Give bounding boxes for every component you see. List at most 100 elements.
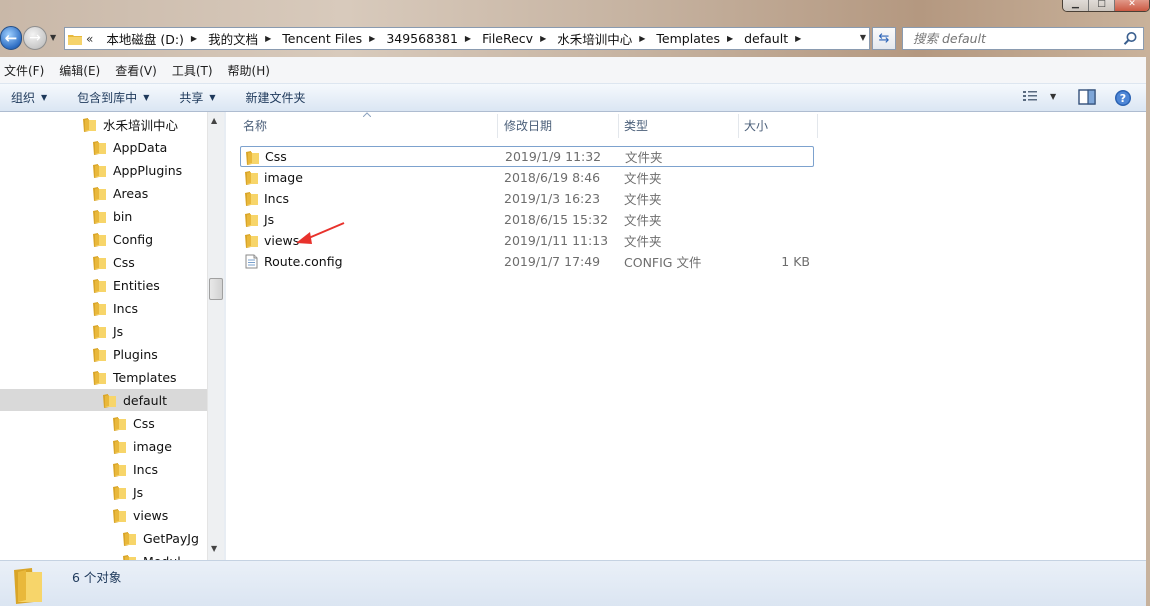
tree-item[interactable]: GetPayJg [122, 527, 199, 550]
folder-icon [245, 213, 258, 227]
back-button[interactable]: ← [0, 26, 22, 50]
folder-icon [245, 234, 258, 248]
tree-item-label: Incs [133, 462, 158, 477]
breadcrumb-item[interactable]: Tencent Files [279, 31, 365, 46]
preview-pane-button[interactable] [1078, 89, 1096, 105]
column-header-name[interactable]: 名称 [243, 112, 267, 139]
column-header-size[interactable]: 大小 [744, 112, 768, 139]
navigation-pane: 水禾培训中心 AppData AppPlugins Areas bin Config Css… [0, 112, 207, 560]
tree-item[interactable]: default [102, 389, 167, 412]
file-type: 文件夹 [624, 213, 662, 228]
file-modified: 2019/1/7 17:49 [504, 254, 601, 269]
column-header-type[interactable]: 类型 [624, 112, 648, 139]
breadcrumb-chevron-icon[interactable]: ▶ [461, 34, 479, 43]
include-in-library-button[interactable]: 包含到库中 ▼ [77, 89, 149, 106]
breadcrumb-chevron-icon[interactable]: ▶ [791, 34, 809, 43]
menu-item[interactable]: 文件(F) [4, 62, 44, 79]
file-row[interactable]: image 2018/6/19 8:46 文件夹 [240, 167, 814, 188]
search-input[interactable] [913, 31, 1113, 46]
tree-item-label: image [133, 439, 172, 454]
tree-item[interactable]: Css [112, 412, 155, 435]
breadcrumb-item[interactable]: 349568381 [383, 31, 461, 46]
address-history-dropdown[interactable]: ▼ [860, 33, 866, 42]
window-controls: ▁ □ ✕ [1062, 0, 1150, 12]
help-button[interactable]: ? [1114, 89, 1132, 107]
scrollbar-thumb[interactable] [209, 278, 223, 300]
tree-item[interactable]: Modul [122, 550, 181, 560]
tree-item[interactable]: Plugins [92, 343, 158, 366]
tree-item-label: Entities [113, 278, 160, 293]
navigation-scrollbar[interactable]: ▲ ▼ [207, 112, 224, 560]
command-bar: 组织 ▼ 包含到库中 ▼ 共享 ▼ 新建文件夹 ▼ ? [0, 83, 1148, 112]
window-right-border [1146, 57, 1150, 606]
menu-item[interactable]: 编辑(E) [59, 62, 100, 79]
maximize-button[interactable]: □ [1089, 0, 1115, 11]
share-label: 共享 [179, 91, 204, 105]
column-separator[interactable] [497, 114, 498, 138]
tree-item[interactable]: image [112, 435, 172, 458]
breadcrumb-item[interactable]: FileRecv [479, 31, 536, 46]
share-button[interactable]: 共享 ▼ [179, 89, 215, 106]
file-row[interactable]: Route.config 2019/1/7 17:49 CONFIG 文件 1 KB [240, 251, 814, 272]
close-button[interactable]: ✕ [1115, 0, 1149, 11]
tree-item[interactable]: views [112, 504, 168, 527]
breadcrumb-item[interactable]: Templates [653, 31, 723, 46]
search-icon[interactable] [1123, 31, 1138, 46]
file-modified: 2018/6/19 8:46 [504, 170, 601, 185]
refresh-button[interactable]: ⇆ [872, 27, 896, 50]
folder-icon [93, 187, 106, 201]
search-box[interactable] [902, 27, 1144, 50]
tree-item[interactable]: Entities [92, 274, 160, 297]
tree-item[interactable]: AppData [92, 136, 167, 159]
column-header-modified[interactable]: 修改日期 [504, 112, 552, 139]
menu-item[interactable]: 帮助(H) [228, 62, 270, 79]
tree-item[interactable]: bin [92, 205, 132, 228]
chevron-down-icon[interactable]: ▼ [1050, 92, 1056, 101]
recent-pages-dropdown[interactable]: ▼ [50, 33, 56, 42]
tree-item[interactable]: Templates [92, 366, 177, 389]
minimize-button[interactable]: ▁ [1063, 0, 1089, 11]
column-separator[interactable] [738, 114, 739, 138]
tree-item[interactable]: Css [92, 251, 135, 274]
change-view-button[interactable]: ▼ [1022, 89, 1056, 103]
address-bar[interactable]: « 本地磁盘 (D:) ▶ 我的文档 ▶ Tencent Files ▶ 349568381… [64, 27, 870, 50]
breadcrumb-item[interactable]: default [741, 31, 791, 46]
breadcrumb-chevron-icon[interactable]: ▶ [723, 34, 741, 43]
tree-item[interactable]: Js [92, 320, 123, 343]
scroll-up-arrow-icon[interactable]: ▲ [211, 116, 217, 125]
address-overflow-chevron[interactable]: « [86, 32, 93, 46]
tree-item-label: Areas [113, 186, 149, 201]
breadcrumb-item[interactable]: 水禾培训中心 [554, 29, 635, 48]
column-separator[interactable] [817, 114, 818, 138]
tree-item[interactable]: Areas [92, 182, 148, 205]
tree-item[interactable]: Incs [112, 458, 158, 481]
tree-item[interactable]: Incs [92, 297, 138, 320]
breadcrumb-item[interactable]: 我的文档 [205, 29, 261, 48]
organize-button[interactable]: 组织 ▼ [11, 89, 47, 106]
tree-item[interactable]: AppPlugins [92, 159, 182, 182]
preview-pane-icon [1078, 89, 1096, 105]
folder-icon [113, 509, 126, 523]
breadcrumb-chevron-icon[interactable]: ▶ [365, 34, 383, 43]
file-row[interactable]: Css 2019/1/9 11:32 文件夹 [240, 146, 814, 167]
menu-item[interactable]: 工具(T) [172, 62, 213, 79]
folder-icon [68, 34, 82, 45]
breadcrumb-chevron-icon[interactable]: ▶ [261, 34, 279, 43]
forward-button[interactable]: → [23, 26, 47, 50]
breadcrumb-item[interactable]: 本地磁盘 (D:) [103, 29, 187, 48]
tree-item[interactable]: Config [92, 228, 153, 251]
file-list: 名称 修改日期 类型 大小 Css 2019/1/9 11:32 文件夹 image 2… [226, 112, 1146, 560]
file-type: CONFIG 文件 [624, 255, 702, 270]
new-folder-button[interactable]: 新建文件夹 [246, 89, 306, 106]
breadcrumb-chevron-icon[interactable]: ▶ [635, 34, 653, 43]
file-row[interactable]: Incs 2019/1/3 16:23 文件夹 [240, 188, 814, 209]
tree-item-label: Plugins [113, 347, 158, 362]
menu-item[interactable]: 查看(V) [115, 62, 157, 79]
view-details-icon [1023, 91, 1037, 101]
tree-item[interactable]: 水禾培训中心 [82, 113, 178, 136]
column-separator[interactable] [618, 114, 619, 138]
tree-item[interactable]: Js [112, 481, 143, 504]
scroll-down-arrow-icon[interactable]: ▼ [211, 544, 217, 553]
breadcrumb-chevron-icon[interactable]: ▶ [187, 34, 205, 43]
breadcrumb-chevron-icon[interactable]: ▶ [536, 34, 554, 43]
